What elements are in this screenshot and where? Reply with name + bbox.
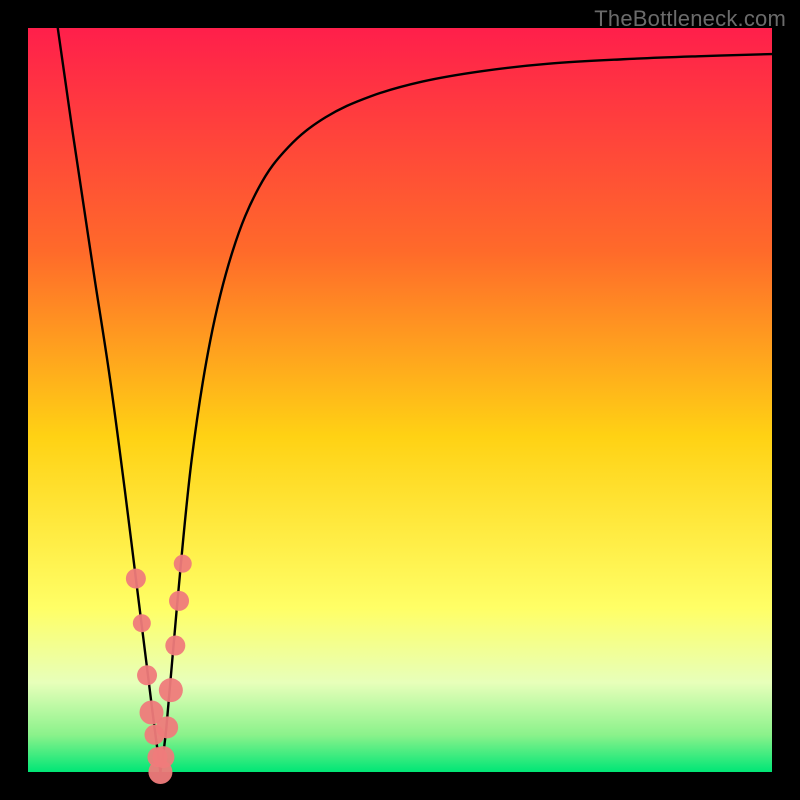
data-marker [174, 555, 192, 573]
chart-frame: TheBottleneck.com [0, 0, 800, 800]
data-marker [156, 716, 178, 738]
data-marker [165, 636, 185, 656]
data-marker [159, 678, 183, 702]
data-marker [133, 614, 151, 632]
bottleneck-chart [0, 0, 800, 800]
data-marker [152, 746, 174, 768]
watermark-text: TheBottleneck.com [594, 6, 786, 32]
data-marker [169, 591, 189, 611]
data-marker [137, 665, 157, 685]
plot-background [28, 28, 772, 772]
data-marker [126, 569, 146, 589]
